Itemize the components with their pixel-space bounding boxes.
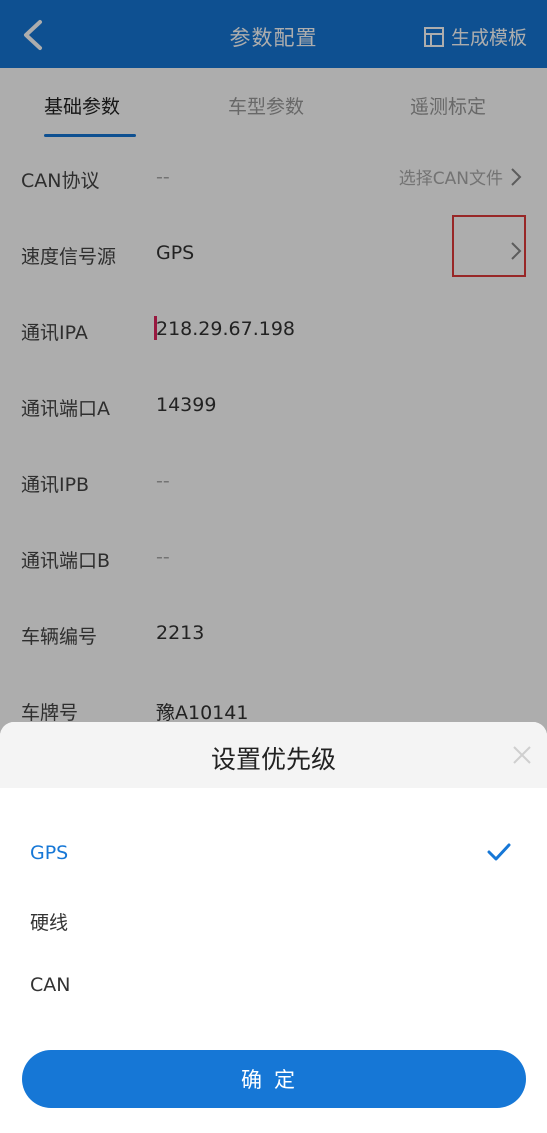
app-screen: 参数配置 生成模板 基础参数 车型参数 遥测标定 CAN协议 -- 选择CAN文…	[0, 0, 547, 1133]
check-icon	[487, 843, 511, 861]
sheet-header: 设置优先级	[0, 722, 547, 788]
sheet-title: 设置优先级	[210, 745, 336, 774]
option-gps[interactable]: GPS	[0, 824, 547, 884]
close-icon[interactable]	[511, 744, 533, 766]
option-hardwire[interactable]: 硬线	[0, 890, 547, 950]
priority-bottom-sheet: 设置优先级 GPS 硬线 CAN 确定	[0, 722, 547, 1133]
option-label: CAN	[30, 974, 71, 996]
option-label: 硬线	[30, 912, 69, 934]
option-can[interactable]: CAN	[0, 956, 547, 1016]
confirm-button[interactable]: 确定	[22, 1050, 526, 1108]
option-label: GPS	[30, 842, 69, 864]
